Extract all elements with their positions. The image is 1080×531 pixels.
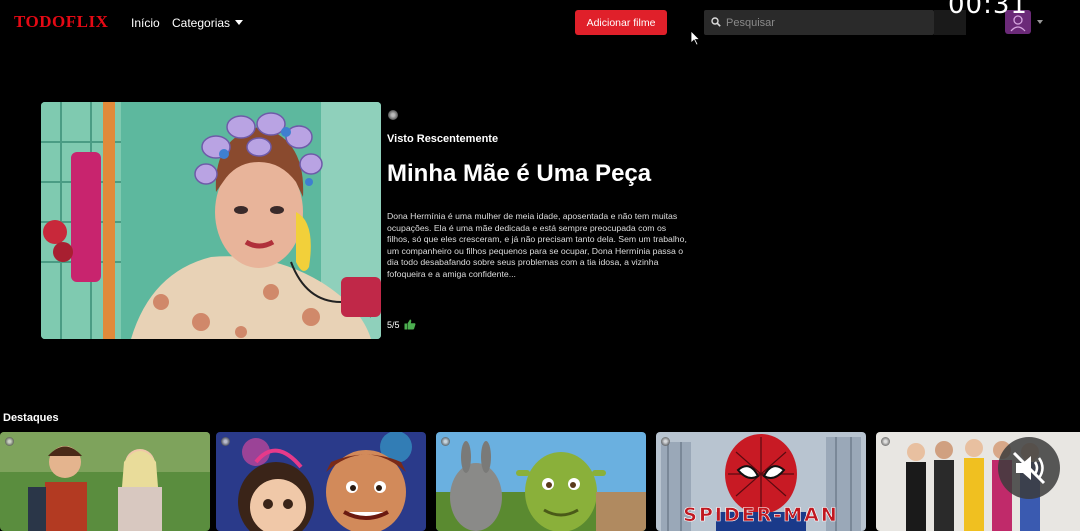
chevron-down-icon	[235, 20, 244, 25]
hero-movie-description: Dona Hermínia é uma mulher de meia idade…	[387, 211, 687, 279]
movie-card[interactable]: SPIDER-MAN	[656, 432, 866, 531]
hero-rating: 5/5	[387, 319, 416, 330]
muted-speaker-icon	[1012, 451, 1046, 485]
hero-movie-title: Minha Mãe é Uma Peça	[387, 160, 652, 187]
logo[interactable]: TODOFLIX	[14, 12, 108, 32]
add-movie-button[interactable]: Adicionar filme	[575, 10, 667, 35]
search-icon	[711, 17, 721, 27]
mute-toggle-button[interactable]	[998, 437, 1060, 499]
recent-indicator-dot	[388, 110, 398, 120]
featured-section-title: Destaques	[3, 412, 59, 424]
movie-card[interactable]	[436, 432, 646, 531]
nav-categories-dropdown[interactable]: Categorias	[172, 16, 244, 30]
thumbs-up-icon[interactable]	[404, 319, 416, 330]
nav-home-link[interactable]: Início	[131, 16, 160, 30]
search-box[interactable]	[704, 10, 934, 35]
top-navbar: TODOFLIX Início Categorias Adicionar fil…	[0, 0, 1080, 46]
card-indicator-dot	[881, 437, 890, 446]
card-indicator-dot	[221, 437, 230, 446]
movie-card[interactable]	[0, 432, 210, 531]
rating-value: 5/5	[387, 320, 400, 330]
movie-poster	[216, 432, 426, 531]
hero-image-art	[41, 102, 381, 339]
recently-viewed-label: Visto Rescentemente	[387, 133, 499, 145]
poster-title-text: SPIDER-MAN	[683, 504, 839, 527]
card-indicator-dot	[441, 437, 450, 446]
movie-card[interactable]	[216, 432, 426, 531]
card-indicator-dot	[5, 437, 14, 446]
search-input[interactable]	[724, 12, 928, 34]
card-indicator-dot	[661, 437, 670, 446]
avatar-chevron-icon[interactable]	[1037, 20, 1043, 24]
mouse-cursor-icon	[690, 30, 701, 46]
movie-poster	[0, 432, 210, 531]
video-timer: 00:31	[948, 0, 1028, 20]
hero-movie-image[interactable]	[41, 102, 381, 339]
nav-categories-label: Categorias	[172, 16, 231, 30]
movie-poster	[436, 432, 646, 531]
